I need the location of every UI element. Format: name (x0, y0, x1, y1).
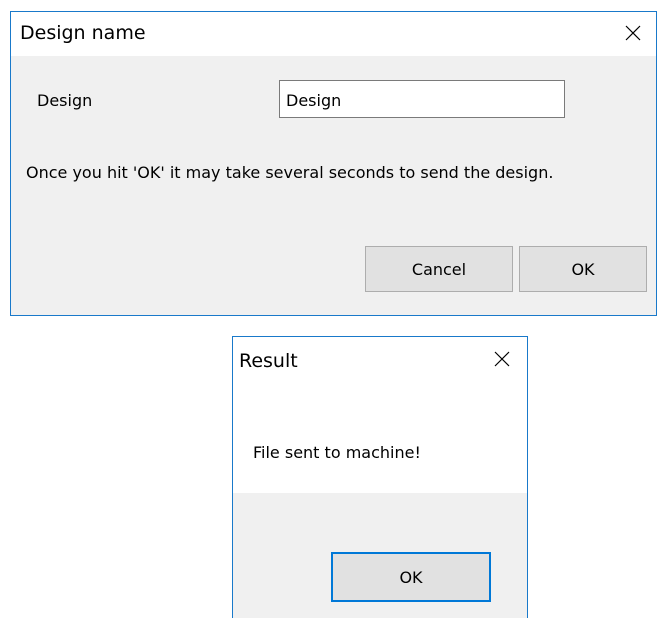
result-ok-button[interactable]: OK (331, 552, 491, 602)
result-message: File sent to machine! (253, 443, 421, 462)
design-dialog-titlebar[interactable]: Design name (11, 12, 656, 56)
result-dialog-close-button[interactable] (479, 344, 525, 376)
cancel-button[interactable]: Cancel (365, 246, 513, 292)
design-dialog-title: Design name (20, 22, 146, 44)
result-dialog: Result File sent to machine! OK (232, 336, 528, 618)
close-icon (494, 351, 510, 367)
close-icon (625, 25, 641, 41)
result-dialog-footer: OK (233, 493, 527, 618)
send-info-text: Once you hit 'OK' it may take several se… (26, 163, 554, 182)
result-dialog-body: File sent to machine! (233, 383, 527, 493)
design-dialog-body: Design Once you hit 'OK' it may take sev… (11, 56, 656, 315)
result-dialog-title: Result (239, 350, 298, 372)
ok-button[interactable]: OK (519, 246, 647, 292)
design-dialog-close-button[interactable] (610, 18, 656, 50)
design-name-input[interactable] (279, 80, 565, 118)
design-name-dialog: Design name Design Once you hit 'OK' it … (10, 11, 657, 316)
design-label: Design (37, 91, 93, 110)
result-dialog-titlebar[interactable]: Result (233, 337, 527, 383)
